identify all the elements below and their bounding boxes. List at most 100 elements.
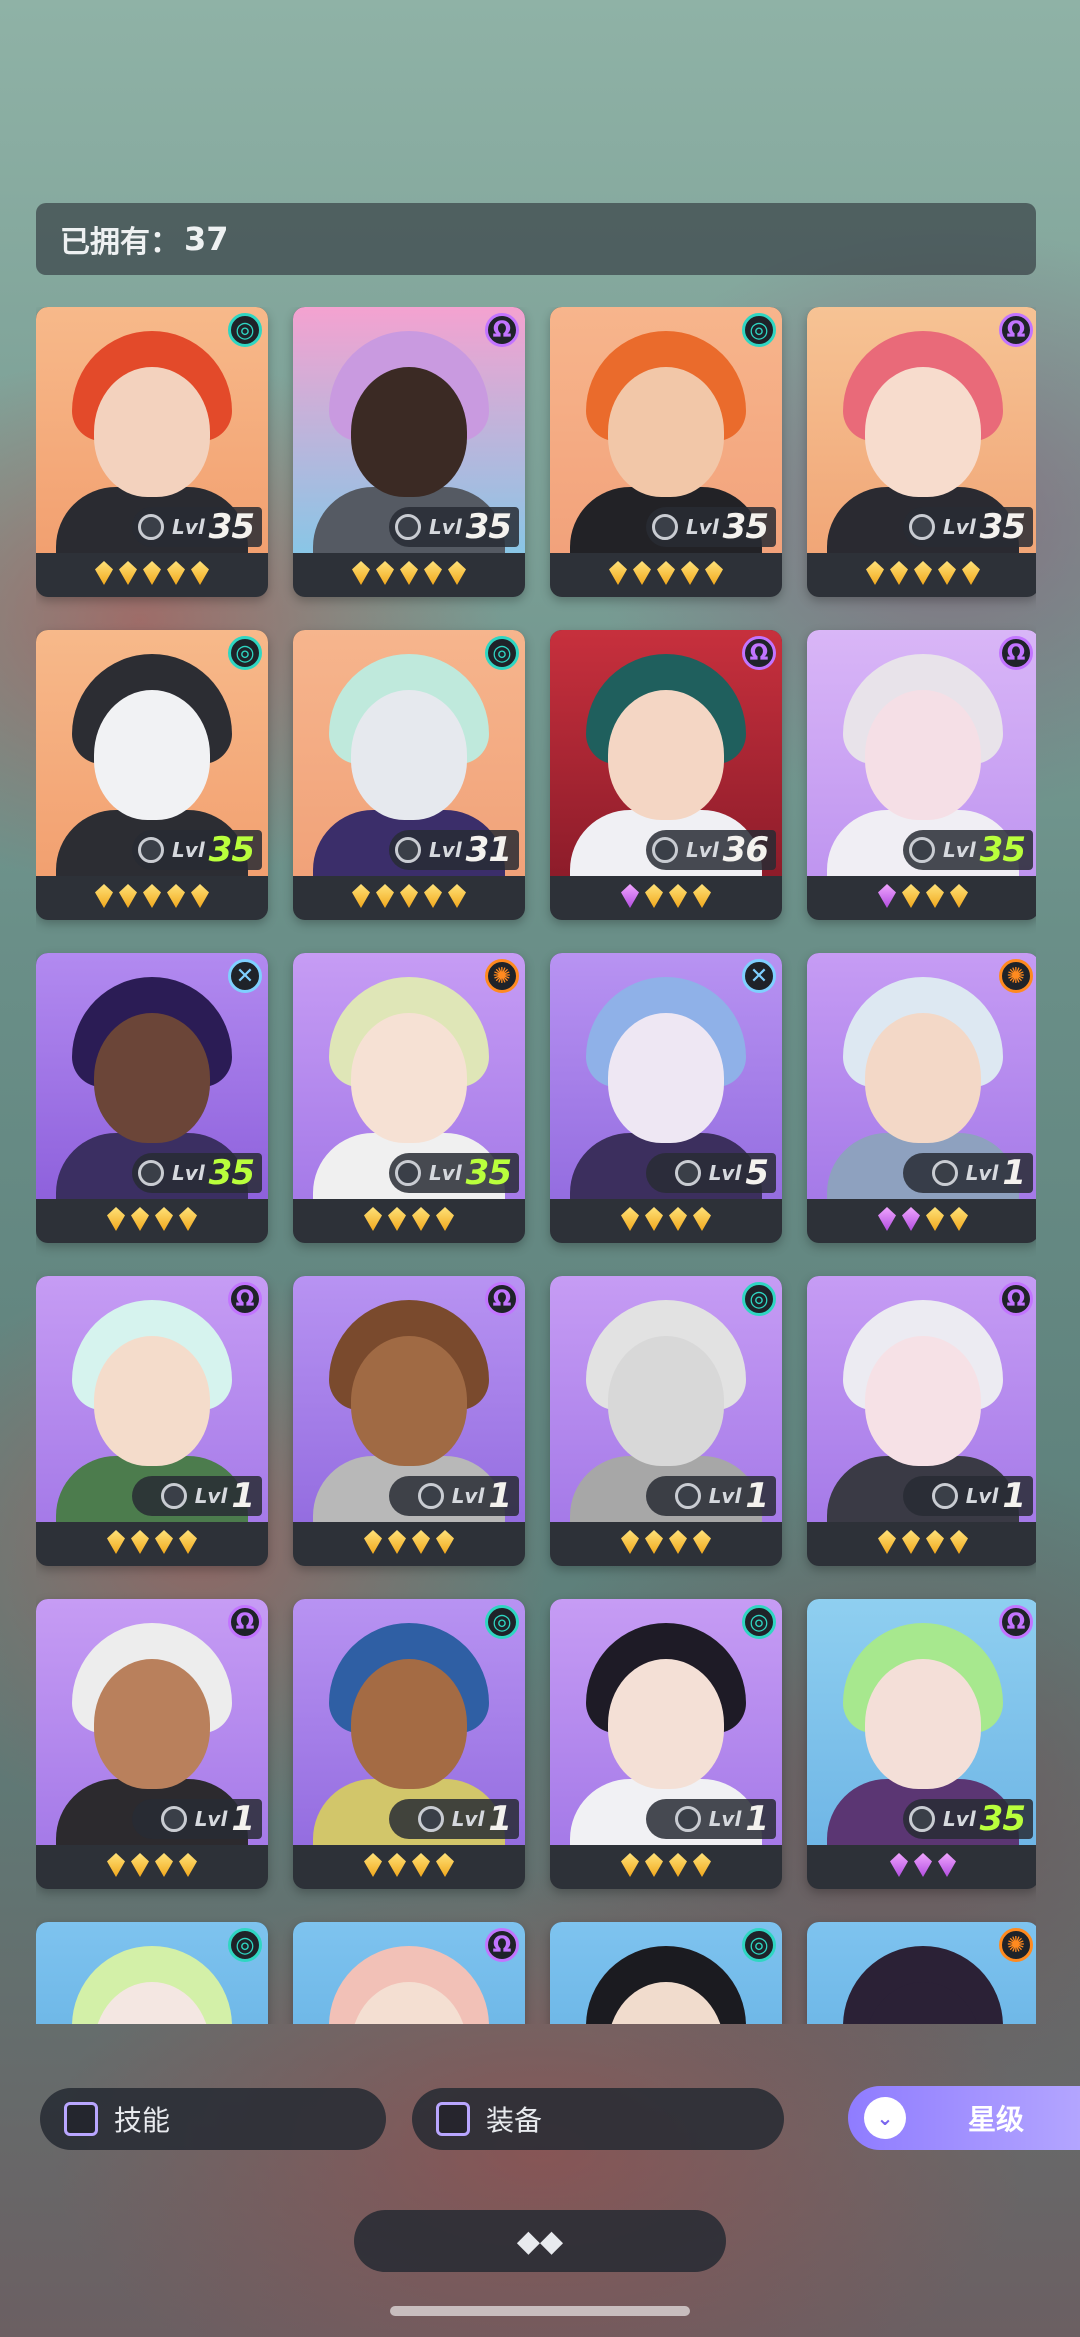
level-prefix: Lvl <box>708 1161 742 1185</box>
level-badge: Lvl 35 <box>132 1153 262 1193</box>
star-rating <box>550 1199 782 1239</box>
hero-face <box>608 1659 724 1789</box>
gold-star-gem-icon <box>436 1207 454 1231</box>
level-badge: Lvl 1 <box>646 1799 776 1839</box>
gold-star-gem-icon <box>633 561 651 585</box>
hero-card[interactable]: Ω Lvl 1 <box>36 1276 268 1566</box>
level-badge: Lvl 35 <box>903 507 1033 547</box>
level-value: 1 <box>1002 1476 1026 1516</box>
hero-card[interactable]: Ω Lvl 1 <box>293 1276 525 1566</box>
level-badge: Lvl 1 <box>903 1153 1033 1193</box>
gold-star-gem-icon <box>950 884 968 908</box>
level-value: 1 <box>231 1799 255 1839</box>
cross-element-icon: ✕ <box>228 959 262 993</box>
level-prefix: Lvl <box>194 1807 228 1831</box>
gold-star-gem-icon <box>902 884 920 908</box>
hero-card[interactable]: Ω Lvl 35 <box>807 307 1036 597</box>
gold-star-gem-icon <box>143 884 161 908</box>
equipment-slot-icon <box>395 837 422 863</box>
star-rating <box>36 1522 268 1562</box>
gold-star-gem-icon <box>866 561 884 585</box>
star-rating <box>807 1522 1036 1562</box>
purple-star-gem-icon <box>914 1853 932 1877</box>
gold-star-gem-icon <box>179 1853 197 1877</box>
gold-star-gem-icon <box>645 1207 663 1231</box>
equipment-slot-icon <box>395 1160 422 1186</box>
hero-card[interactable]: Ω Lvl 1 <box>807 1276 1036 1566</box>
hero-card[interactable]: Ω Lvl 36 <box>550 630 782 920</box>
hero-card[interactable]: Ω Lvl 1 <box>36 1599 268 1889</box>
level-prefix: Lvl <box>708 1484 742 1508</box>
level-value: 1 <box>488 1476 512 1516</box>
level-prefix: Lvl <box>429 838 462 862</box>
cross-element-icon: ✕ <box>742 959 776 993</box>
sort-by-star-button[interactable]: ⌄ 星级 <box>848 2086 1080 2150</box>
collapse-button[interactable]: ◆◆ <box>354 2210 726 2272</box>
level-prefix: Lvl <box>194 1484 228 1508</box>
hero-card[interactable]: ◎ <box>550 1922 782 2024</box>
level-value: 35 <box>208 830 255 870</box>
hero-card[interactable]: ◎ Lvl 1 <box>550 1276 782 1566</box>
hero-card[interactable]: Ω Lvl 35 <box>807 1599 1036 1889</box>
hero-card[interactable]: ◎ Lvl 35 <box>550 307 782 597</box>
level-value: 35 <box>208 1153 255 1193</box>
star-rating <box>807 1845 1036 1885</box>
gold-star-gem-icon <box>400 561 418 585</box>
gold-star-gem-icon <box>693 1853 711 1877</box>
level-prefix: Lvl <box>943 838 976 862</box>
hero-card[interactable]: ◎ Lvl 35 <box>36 307 268 597</box>
gold-star-gem-icon <box>621 1207 639 1231</box>
star-rating <box>293 876 525 916</box>
gold-star-gem-icon <box>669 1853 687 1877</box>
equipment-filter-toggle[interactable]: 装备 <box>412 2088 784 2150</box>
hero-card[interactable]: ✺ Lvl 1 <box>807 953 1036 1243</box>
gold-star-gem-icon <box>191 884 209 908</box>
level-prefix: Lvl <box>708 1807 742 1831</box>
gold-star-gem-icon <box>436 1853 454 1877</box>
purple-star-gem-icon <box>938 1853 956 1877</box>
hero-card[interactable]: ◎ Lvl 1 <box>293 1599 525 1889</box>
equipment-slot-icon <box>909 837 936 863</box>
equipment-slot-icon <box>931 1483 958 1509</box>
gold-star-gem-icon <box>645 884 663 908</box>
star-rating <box>293 553 525 593</box>
hero-card[interactable]: ◎ Lvl 35 <box>36 630 268 920</box>
level-value: 1 <box>231 1476 255 1516</box>
skill-checkbox[interactable] <box>64 2102 98 2136</box>
hero-face <box>865 1336 981 1466</box>
omega-element-icon: Ω <box>999 1282 1033 1316</box>
hero-face <box>94 1336 210 1466</box>
hero-face <box>94 1659 210 1789</box>
hero-card[interactable]: ◎ <box>36 1922 268 2024</box>
hero-card[interactable]: Ω Lvl 35 <box>807 630 1036 920</box>
owned-label: 已拥有： <box>60 225 180 260</box>
gold-star-gem-icon <box>926 1530 944 1554</box>
purple-star-gem-icon <box>878 884 896 908</box>
level-prefix: Lvl <box>172 515 205 539</box>
hero-card[interactable]: Ω <box>293 1922 525 2024</box>
gold-star-gem-icon <box>388 1853 406 1877</box>
level-value: 35 <box>979 507 1026 547</box>
gold-star-gem-icon <box>95 884 113 908</box>
equipment-slot-icon <box>138 514 165 540</box>
hero-card[interactable]: ✺ Lvl 35 <box>293 953 525 1243</box>
omega-element-icon: Ω <box>742 636 776 670</box>
gold-star-gem-icon <box>364 1207 382 1231</box>
level-value: 35 <box>722 507 769 547</box>
omega-element-icon: Ω <box>228 1282 262 1316</box>
hero-card[interactable]: ✕ Lvl 5 <box>550 953 782 1243</box>
gold-star-gem-icon <box>424 884 442 908</box>
star-rating <box>807 1199 1036 1239</box>
level-prefix: Lvl <box>429 1161 462 1185</box>
hero-card[interactable]: Ω Lvl 35 <box>293 307 525 597</box>
equipment-checkbox[interactable] <box>436 2102 470 2136</box>
gold-star-gem-icon <box>669 1207 687 1231</box>
level-prefix: Lvl <box>172 1161 205 1185</box>
star-rating <box>550 1845 782 1885</box>
hero-card[interactable]: ✺ <box>807 1922 1036 2024</box>
hero-card[interactable]: ◎ Lvl 1 <box>550 1599 782 1889</box>
gold-star-gem-icon <box>705 561 723 585</box>
hero-card[interactable]: ✕ Lvl 35 <box>36 953 268 1243</box>
skill-filter-toggle[interactable]: 技能 <box>40 2088 386 2150</box>
hero-card[interactable]: ◎ Lvl 31 <box>293 630 525 920</box>
